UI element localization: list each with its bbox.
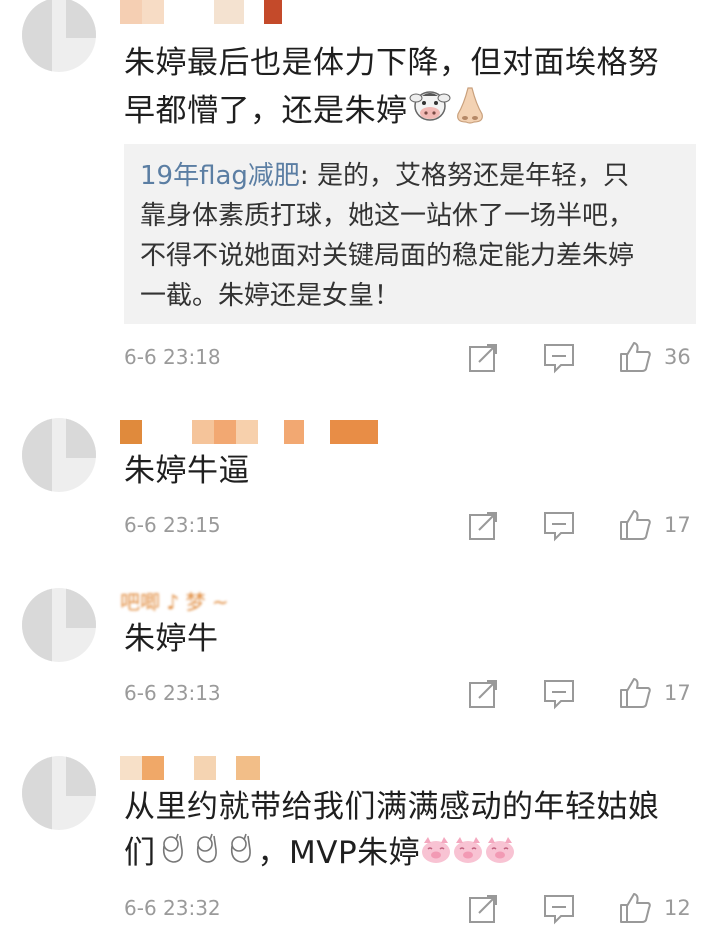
like-count: 17 (664, 681, 691, 705)
quoted-text-line: 不得不说她面对关键局面的稳定能力差朱婷 (140, 241, 635, 271)
pig-face-emoji-icon (420, 832, 452, 878)
comment-item: 从里约就带给我们满满感动的年轻姑娘 们，MVP朱婷 6-6 23:32 12 (0, 720, 720, 927)
comment-meta: 6-6 23:18 36 (124, 337, 698, 377)
timestamp: 6-6 23:15 (124, 513, 221, 537)
comment-meta: 6-6 23:15 17 (124, 505, 698, 545)
comment-item: 朱婷牛逼 6-6 23:15 17 (0, 380, 720, 550)
quoted-text-line: 靠身体素质打球，她这一站休了一场半吧， (140, 201, 635, 231)
comment-icon[interactable] (542, 891, 576, 925)
thumbs-up-icon[interactable] (618, 676, 652, 710)
ok-hand-emoji-icon (190, 830, 224, 879)
cow-face-emoji-icon (408, 88, 452, 137)
thumbs-up-icon[interactable] (618, 340, 652, 374)
quoted-colon: : (299, 161, 317, 191)
comment-meta: 6-6 23:32 12 (124, 888, 698, 928)
thumbs-up-icon[interactable] (618, 508, 652, 542)
avatar[interactable] (22, 756, 96, 830)
avatar[interactable] (22, 588, 96, 662)
quoted-reply[interactable]: 19年flag减肥: 是的，艾格努还是年轻，只 靠身体素质打球，她这一站休了一场… (124, 144, 696, 324)
comment-meta: 6-6 23:13 17 (124, 673, 698, 713)
quoted-text-line: 一截。朱婷还是女皇！ (140, 281, 401, 311)
comment-item: 朱婷最后也是体力下降，但对面埃格努 早都懵了，还是朱婷 19年flag减肥: 是… (0, 0, 720, 380)
comment-icon[interactable] (542, 676, 576, 710)
nose-emoji-icon (452, 86, 488, 139)
ok-hand-emoji-icon (156, 830, 190, 879)
ok-hand-emoji-icon (224, 830, 258, 879)
repost-icon[interactable] (466, 891, 500, 925)
quoted-username[interactable]: 19年flag减肥 (140, 161, 300, 191)
thumbs-up-icon[interactable] (618, 891, 652, 925)
comment-icon[interactable] (542, 340, 576, 374)
quoted-text-line: 是的，艾格努还是年轻，只 (316, 161, 629, 191)
username[interactable]: 吧唧 ♪ 梦 ~ (120, 586, 229, 615)
like-count: 17 (664, 513, 691, 537)
avatar[interactable] (22, 418, 96, 492)
repost-icon[interactable] (466, 676, 500, 710)
like-count: 36 (664, 345, 691, 369)
timestamp: 6-6 23:32 (124, 896, 221, 920)
comment-text: 朱婷最后也是体力下降，但对面埃格努 早都懵了，还是朱婷 (124, 40, 660, 139)
username-pixelated[interactable] (120, 756, 260, 780)
like-count: 12 (664, 896, 691, 920)
repost-icon[interactable] (466, 508, 500, 542)
repost-icon[interactable] (466, 340, 500, 374)
timestamp: 6-6 23:18 (124, 345, 221, 369)
avatar[interactable] (22, 0, 96, 72)
comment-text: 朱婷牛逼 (124, 453, 250, 489)
username-pixelated[interactable] (120, 0, 282, 24)
username-pixelated[interactable] (120, 420, 378, 444)
timestamp: 6-6 23:13 (124, 681, 221, 705)
comment-item: 吧唧 ♪ 梦 ~ 朱婷牛 6-6 23:13 17 (0, 550, 720, 720)
comment-icon[interactable] (542, 508, 576, 542)
pig-face-emoji-icon (484, 832, 516, 878)
comment-text: 朱婷牛 (124, 621, 219, 657)
comment-text: 从里约就带给我们满满感动的年轻姑娘 们，MVP朱婷 (124, 784, 660, 879)
pig-face-emoji-icon (452, 832, 484, 878)
